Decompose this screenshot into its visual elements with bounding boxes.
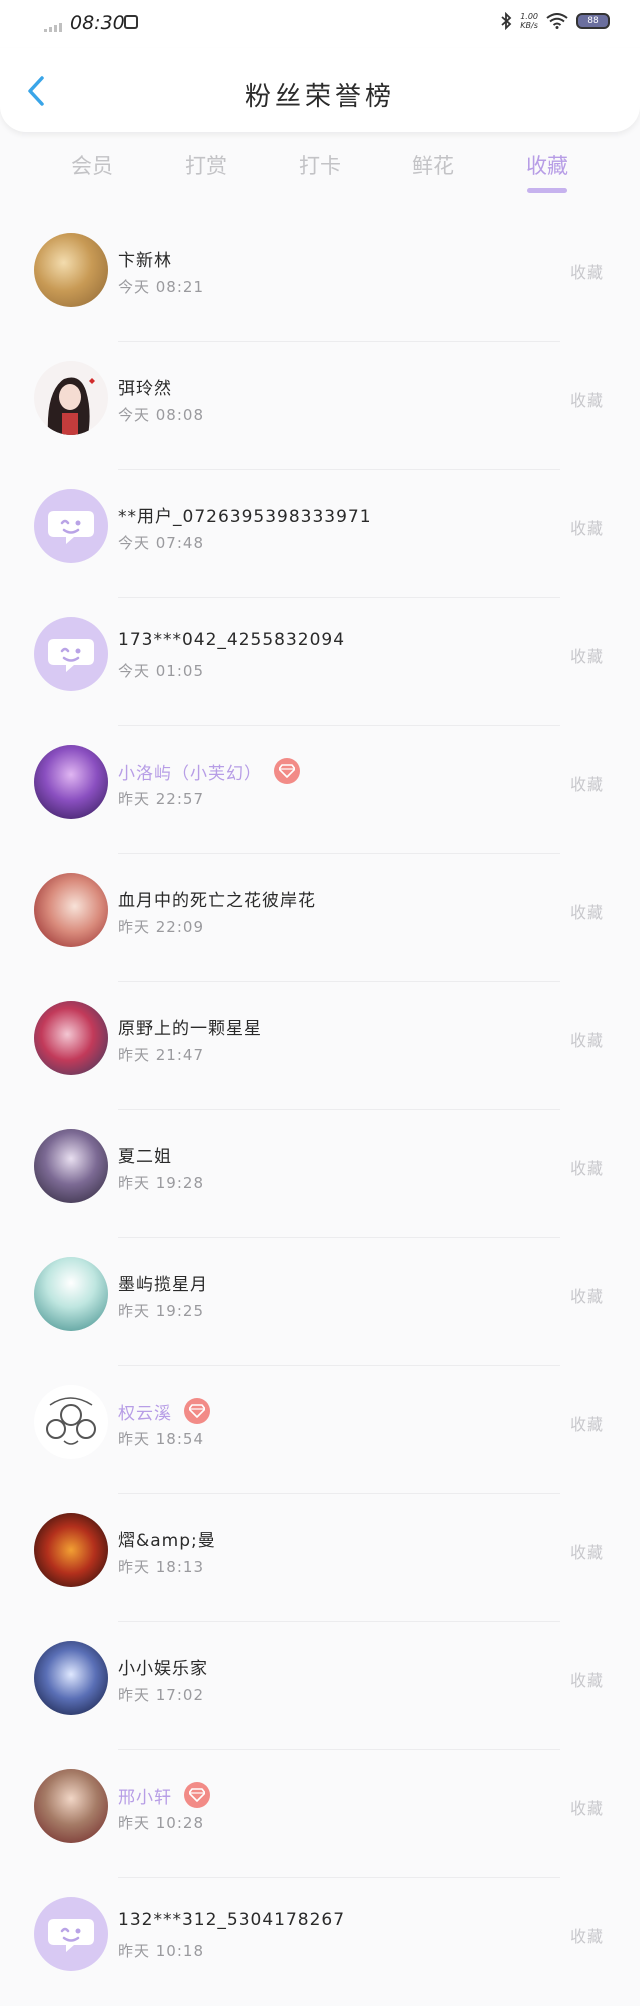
fan-name: 夏二姐 — [118, 1147, 172, 1167]
fan-time: 昨天 17:02 — [118, 1686, 204, 1704]
fan-time: 昨天 19:28 — [118, 1174, 204, 1192]
favorite-label: 收藏 — [569, 647, 604, 666]
list-item[interactable]: 弭玲然 今天 08:08 收藏 — [0, 342, 640, 470]
tab-tips[interactable]: 打赏 — [166, 150, 246, 180]
favorite-label: 收藏 — [569, 391, 604, 410]
net-speed: 1.00 KB/s — [520, 12, 538, 30]
diamond-badge-icon — [184, 1782, 210, 1808]
bluetooth-icon — [501, 12, 512, 30]
default-avatar-icon[interactable] — [34, 1897, 108, 1971]
fan-name: 血月中的死亡之花彼岸花 — [118, 891, 316, 911]
favorite-label: 收藏 — [569, 1031, 604, 1050]
nav-bar: 粉丝荣誉榜 — [0, 48, 640, 132]
favorite-label: 收藏 — [569, 903, 604, 922]
avatar[interactable] — [34, 1385, 108, 1459]
favorite-label: 收藏 — [569, 519, 604, 538]
favorite-label: 收藏 — [569, 1927, 604, 1946]
fan-time: 昨天 18:54 — [118, 1430, 204, 1448]
tab-active-indicator — [527, 188, 567, 193]
list-item[interactable]: 小小娱乐家 昨天 17:02 收藏 — [0, 1622, 640, 1750]
list-item[interactable]: 血月中的死亡之花彼岸花 昨天 22:09 收藏 — [0, 854, 640, 982]
fan-time: 昨天 22:09 — [118, 918, 204, 936]
fan-name: 小洛屿（小芙幻） — [118, 763, 262, 784]
favorite-label: 收藏 — [569, 1543, 604, 1562]
fan-time: 昨天 22:57 — [118, 790, 204, 808]
fan-name: 原野上的一颗星星 — [118, 1019, 262, 1039]
list-item[interactable]: 卞新林 今天 08:21 收藏 — [0, 214, 640, 342]
list-item[interactable]: 权云溪 昨天 18:54 收藏 — [0, 1366, 640, 1494]
fan-name: 小小娱乐家 — [118, 1659, 208, 1679]
fan-time: 昨天 19:25 — [118, 1302, 204, 1320]
fan-list: 卞新林 今天 08:21 收藏 弭玲然 今天 08:08 收藏 **用户_072… — [0, 214, 640, 2006]
list-item[interactable]: 墨屿揽星月 昨天 19:25 收藏 — [0, 1238, 640, 1366]
avatar[interactable] — [34, 1129, 108, 1203]
default-avatar-icon[interactable] — [34, 617, 108, 691]
fan-name: 卞新林 — [118, 251, 172, 271]
status-right: 1.00 KB/s 88 — [500, 12, 610, 30]
avatar-sketch-illustration — [46, 1397, 96, 1445]
favorite-label: 收藏 — [569, 1415, 604, 1434]
status-time: 08:30 — [70, 12, 125, 34]
battery-icon: 88 — [576, 13, 610, 29]
list-item[interactable]: 原野上的一颗星星 昨天 21:47 收藏 — [0, 982, 640, 1110]
fan-time: 今天 08:21 — [118, 278, 204, 296]
fan-name: 熠&amp;曼 — [118, 1531, 216, 1551]
list-item[interactable]: 132***312_5304178267 昨天 10:18 收藏 — [0, 1878, 640, 2006]
avatar[interactable] — [34, 1769, 108, 1843]
status-bar: 08:30 1.00 KB/s 88 — [0, 0, 640, 48]
tab-members[interactable]: 会员 — [52, 150, 132, 180]
list-item[interactable]: 邢小轩 昨天 10:28 收藏 — [0, 1750, 640, 1878]
fan-time: 昨天 10:28 — [118, 1814, 204, 1832]
avatar[interactable] — [34, 745, 108, 819]
wifi-icon — [546, 13, 568, 29]
favorite-label: 收藏 — [569, 1287, 604, 1306]
avatar[interactable] — [34, 1513, 108, 1587]
avatar-illustration — [47, 377, 95, 435]
avatar[interactable] — [34, 1641, 108, 1715]
avatar[interactable] — [34, 233, 108, 307]
list-item[interactable]: 小洛屿（小芙幻） 昨天 22:57 收藏 — [0, 726, 640, 854]
diamond-badge-icon — [274, 758, 300, 784]
favorite-label: 收藏 — [569, 1671, 604, 1690]
favorite-label: 收藏 — [569, 775, 604, 794]
diamond-badge-icon — [184, 1398, 210, 1424]
fan-name: 弭玲然 — [118, 379, 172, 399]
avatar[interactable] — [34, 1001, 108, 1075]
fan-name: 权云溪 — [118, 1403, 172, 1424]
favorite-label: 收藏 — [569, 1799, 604, 1818]
chat-bubble-icon — [48, 1919, 94, 1952]
fan-time: 昨天 21:47 — [118, 1046, 204, 1064]
avatar[interactable] — [34, 873, 108, 947]
fan-time: 今天 08:08 — [118, 406, 204, 424]
page-title: 粉丝荣誉榜 — [244, 82, 395, 112]
fan-name: 邢小轩 — [118, 1787, 172, 1808]
fan-name: **用户_0726395398333971 — [118, 507, 372, 527]
list-item[interactable]: 熠&amp;曼 昨天 18:13 收藏 — [0, 1494, 640, 1622]
fan-name: 173***042_4255832094 — [118, 630, 346, 650]
tab-flowers[interactable]: 鲜花 — [393, 150, 473, 180]
fan-time: 昨天 18:13 — [118, 1558, 204, 1576]
favorite-label: 收藏 — [569, 263, 604, 282]
fan-time: 今天 07:48 — [118, 534, 204, 552]
tab-checkin[interactable]: 打卡 — [280, 150, 360, 180]
fan-name: 墨屿揽星月 — [118, 1275, 208, 1295]
signal-icon — [44, 23, 62, 32]
notification-icon — [124, 15, 138, 29]
favorite-label: 收藏 — [569, 1159, 604, 1178]
fan-time: 昨天 10:18 — [118, 1942, 204, 1960]
default-avatar-icon[interactable] — [34, 489, 108, 563]
chat-bubble-icon — [48, 639, 94, 672]
tab-bar: 会员 打赏 打卡 鲜花 收藏 — [0, 146, 640, 194]
avatar[interactable] — [34, 1257, 108, 1331]
list-item[interactable]: 夏二姐 昨天 19:28 收藏 — [0, 1110, 640, 1238]
net-speed-unit: KB/s — [520, 21, 538, 30]
list-item[interactable]: **用户_0726395398333971 今天 07:48 收藏 — [0, 470, 640, 598]
chat-bubble-icon — [48, 511, 94, 544]
fan-time: 今天 01:05 — [118, 662, 204, 680]
fan-name: 132***312_5304178267 — [118, 1910, 346, 1930]
tab-favorites[interactable]: 收藏 — [507, 150, 587, 180]
net-speed-value: 1.00 — [520, 12, 538, 21]
avatar[interactable] — [34, 361, 108, 435]
list-item[interactable]: 173***042_4255832094 今天 01:05 收藏 — [0, 598, 640, 726]
